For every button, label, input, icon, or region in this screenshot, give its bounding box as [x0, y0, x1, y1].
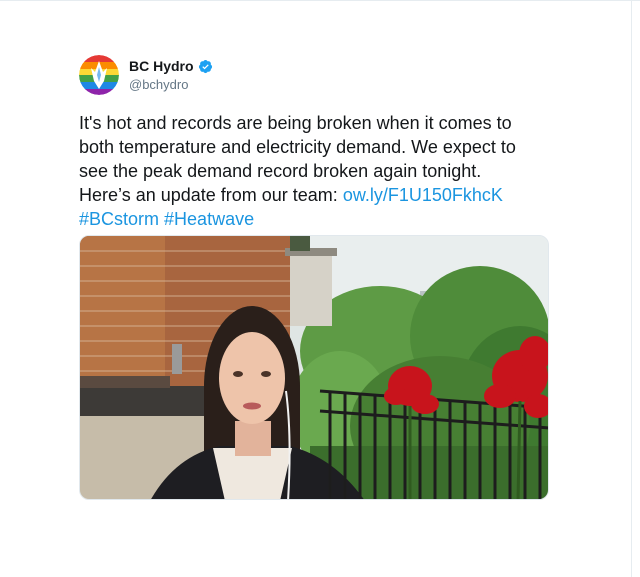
author-display-name[interactable]: BC Hydro [129, 58, 213, 74]
hashtag-heatwave[interactable]: #Heatwave [164, 209, 254, 229]
tweet-text-line: Here’s an update from our team: [79, 185, 343, 205]
video-thumbnail[interactable] [79, 235, 549, 500]
tweet-text: It's hot and records are being broken wh… [79, 111, 559, 231]
author-handle[interactable]: @bchydro [129, 77, 188, 92]
hashtags-line: #BCstorm #Heatwave [79, 207, 559, 231]
frame-top-border [0, 0, 640, 1]
frame-right-border [631, 0, 632, 577]
tweet-text-line-with-link: Here’s an update from our team: ow.ly/F1… [79, 183, 559, 207]
video-frame-image [80, 236, 548, 499]
hashtag-bcstorm[interactable]: #BCstorm [79, 209, 159, 229]
tweet-text-line: see the peak demand record broken again … [79, 161, 482, 181]
display-name-text: BC Hydro [129, 58, 194, 74]
bc-hydro-logo-icon [79, 55, 119, 95]
avatar[interactable] [79, 55, 119, 95]
tweet-link[interactable]: ow.ly/F1U150FkhcK [343, 185, 503, 205]
verified-badge-icon [198, 59, 212, 73]
tweet-text-line: both temperature and electricity demand.… [79, 137, 516, 157]
tweet-text-line: It's hot and records are being broken wh… [79, 113, 512, 133]
